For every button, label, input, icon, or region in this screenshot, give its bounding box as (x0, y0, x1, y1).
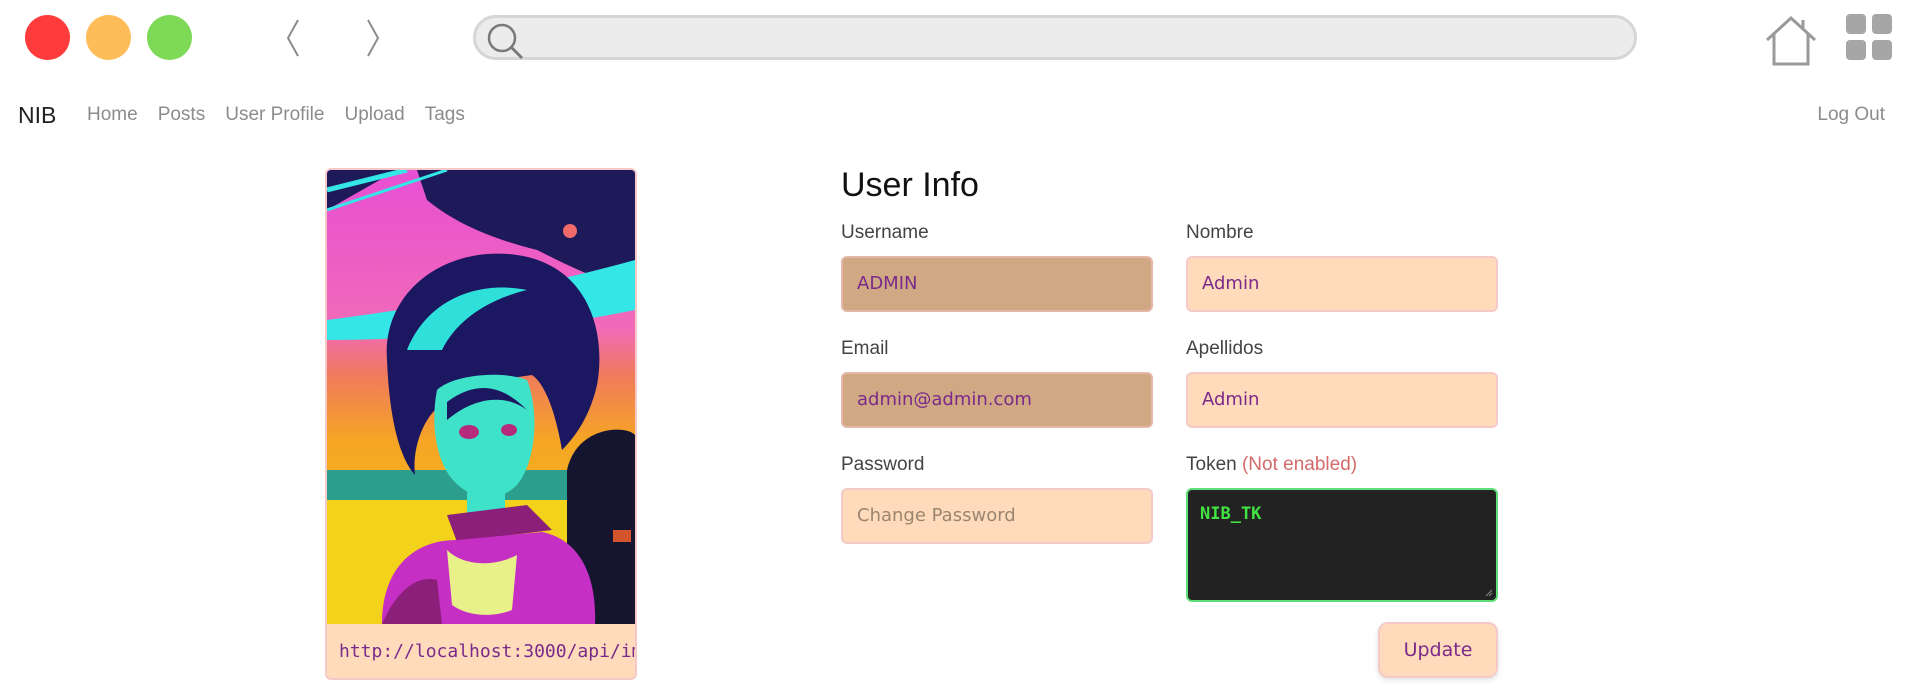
token-textarea[interactable]: NIB_TK (1186, 488, 1498, 602)
profile-image-card: http://localhost:3000/api/ima (325, 168, 637, 680)
app-navbar: NIB Home Posts User Profile Upload Tags … (0, 92, 1920, 136)
token-label-text: Token (1186, 454, 1237, 475)
profile-image (327, 170, 635, 624)
page-title: User Info (841, 166, 979, 204)
nav-link-upload[interactable]: Upload (344, 104, 404, 126)
token-status-note: (Not enabled) (1241, 454, 1358, 475)
resize-grip-icon[interactable] (1485, 589, 1493, 597)
image-url-field[interactable]: http://localhost:3000/api/ima (327, 626, 635, 678)
chevron-right-icon[interactable] (358, 14, 388, 62)
apellidos-field[interactable]: Admin (1186, 372, 1498, 428)
browser-chrome (0, 0, 1920, 78)
chevron-left-icon[interactable] (278, 14, 308, 62)
email-field[interactable]: admin@admin.com (841, 372, 1153, 428)
brand-logo[interactable]: NIB (18, 102, 56, 129)
nav-link-user-profile[interactable]: User Profile (225, 104, 324, 126)
username-field[interactable]: ADMIN (841, 256, 1153, 312)
minimize-window-button[interactable] (86, 15, 131, 60)
update-button[interactable]: Update (1378, 622, 1498, 678)
maximize-window-button[interactable] (147, 15, 192, 60)
close-window-button[interactable] (25, 15, 70, 60)
nav-link-tags[interactable]: Tags (425, 104, 465, 126)
email-label: Email (841, 338, 889, 359)
home-icon[interactable] (1763, 14, 1819, 68)
username-label: Username (841, 222, 929, 243)
nav-link-posts[interactable]: Posts (158, 104, 206, 126)
nav-links: Home Posts User Profile Upload Tags (87, 104, 465, 126)
search-icon (487, 23, 524, 60)
password-field[interactable]: Change Password (841, 488, 1153, 544)
token-value: NIB_TK (1200, 504, 1262, 524)
address-bar[interactable] (473, 15, 1637, 60)
grid-icon[interactable] (1846, 14, 1894, 62)
apellidos-label: Apellidos (1186, 338, 1264, 359)
logout-link[interactable]: Log Out (1817, 104, 1885, 126)
password-label: Password (841, 454, 925, 475)
nav-link-home[interactable]: Home (87, 104, 138, 126)
nombre-label: Nombre (1186, 222, 1254, 243)
token-label: Token (Not enabled) (1186, 454, 1357, 476)
nombre-field[interactable]: Admin (1186, 256, 1498, 312)
